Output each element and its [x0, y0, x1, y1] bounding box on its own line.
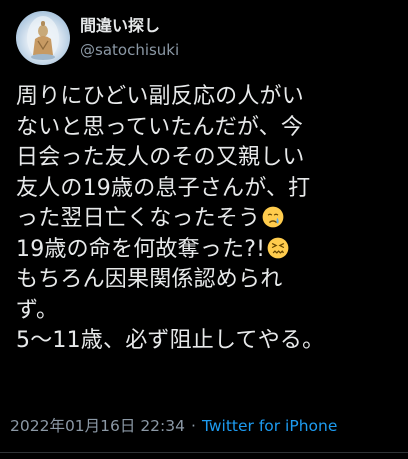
user-handle[interactable]: @satochisuki	[80, 39, 179, 61]
tweet-line: ないと思っていたんだが、今	[16, 114, 304, 140]
tweet-header: 間違い探し @satochisuki	[16, 10, 392, 66]
divider	[0, 452, 408, 453]
tweet-line-with-emoji: った翌日亡くなったそう	[16, 204, 392, 235]
crying-face-emoji	[262, 206, 284, 228]
tweet-card: 間違い探し @satochisuki 周りにひどい副反応の人がい ないと思ってい…	[0, 0, 408, 459]
tweet-meta: 2022年01月16日 22:34 · Twitter for iPhone	[10, 415, 337, 437]
source-link[interactable]: Twitter for iPhone	[202, 417, 337, 435]
tweet-line: 周りにひどい副反応の人がい	[16, 84, 304, 109]
buddha-statue-icon	[27, 16, 59, 60]
tweet-line: 日会った友人のその又親しい	[16, 145, 305, 170]
meta-separator: ·	[191, 417, 196, 435]
confounded-face-emoji	[267, 237, 289, 258]
tweet-line: 5〜11歳、必ず阻止してやる。	[16, 328, 325, 353]
author-names: 間違い探し @satochisuki	[80, 15, 179, 61]
tweet-line-with-emoji: 19歳の命を何故奪った?!	[16, 235, 392, 266]
display-name[interactable]: 間違い探し	[80, 15, 179, 37]
tweet-line: ず。	[16, 297, 59, 323]
avatar[interactable]	[16, 11, 70, 65]
tweet-line: 友人の19歳の息子さんが、打	[16, 175, 311, 201]
tweet-line: 19歳の命を何故奪った?!	[16, 236, 266, 262]
tweet-line: もちろん因果関係認められ	[16, 267, 283, 292]
timestamp[interactable]: 2022年01月16日 22:34	[10, 417, 185, 435]
tweet-line: った翌日亡くなったそう	[16, 206, 261, 231]
tweet-text: 周りにひどい副反応の人がい ないと思っていたんだが、今 日会った友人のその又親し…	[16, 82, 392, 357]
